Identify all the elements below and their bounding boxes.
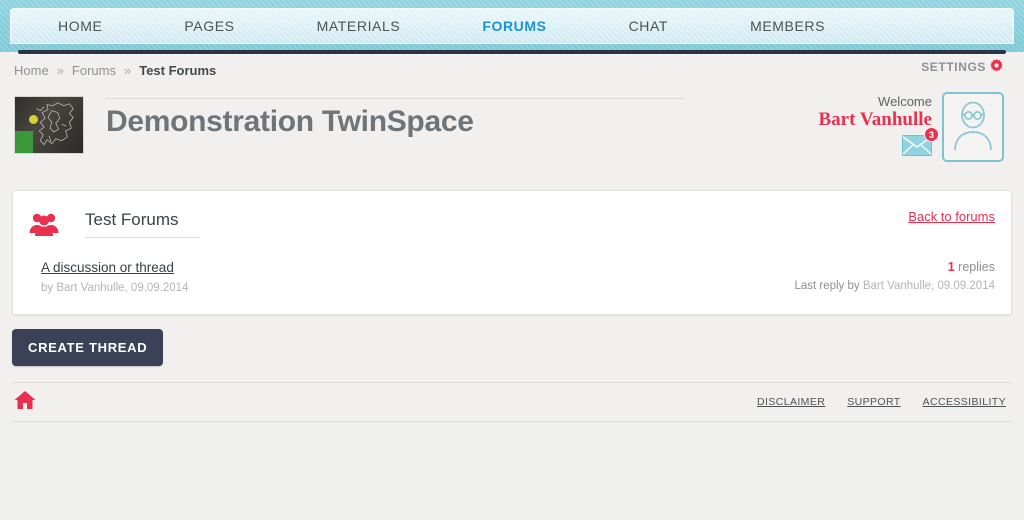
replies-number: 1 (947, 260, 955, 274)
top-navigation-bar: HOME PAGES MATERIALS FORUMS CHAT MEMBERS (0, 0, 1024, 54)
envelope-icon (902, 134, 932, 160)
thread-stats: 1 replies Last reply by Bart Vanhulle, 0… (794, 259, 995, 292)
replies-word: replies (958, 260, 995, 274)
home-icon (14, 390, 36, 414)
footer-home-link[interactable] (14, 390, 36, 415)
avatar[interactable] (942, 92, 1004, 162)
thread-meta: by Bart Vanhulle, 09.09.2014 (41, 282, 189, 294)
last-reply-info: Last reply by Bart Vanhulle, 09.09.2014 (794, 280, 995, 292)
forum-card: Test Forums Back to forums A discussion … (12, 190, 1012, 315)
user-avatar-icon (950, 98, 996, 157)
gear-icon (989, 58, 1004, 76)
replies-count: 1 replies (794, 260, 995, 274)
nav-item-home[interactable]: HOME (40, 18, 120, 34)
user-name: Bart Vanhulle (818, 109, 932, 130)
settings-link[interactable]: SETTINGS (921, 58, 1004, 76)
breadcrumb-current: Test Forums (139, 62, 217, 78)
actions-row: CREATE THREAD (12, 315, 1012, 366)
thread-info: A discussion or thread by Bart Vanhulle,… (41, 259, 188, 294)
unread-messages-badge: 3 (924, 126, 939, 142)
nav-item-forums[interactable]: FORUMS (464, 18, 564, 34)
create-thread-button[interactable]: CREATE THREAD (12, 329, 164, 366)
last-reply-author: Bart Vanhulle, 09.09.2014 (862, 280, 995, 292)
forum-title: Test Forums (85, 210, 200, 238)
page-container: Home » Forums » Test Forums SETTINGS Dem… (0, 52, 1024, 422)
nav-item-members[interactable]: MEMBERS (732, 18, 843, 34)
nav-item-chat[interactable]: CHAT (611, 18, 686, 34)
back-to-forums-link[interactable]: Back to forums (908, 209, 995, 224)
breadcrumb: Home » Forums » Test Forums SETTINGS (12, 52, 1012, 88)
last-reply-prefix: Last reply by (794, 280, 860, 292)
user-box: Welcome Bart Vanhulle 3 (818, 92, 1004, 162)
welcome-label: Welcome (878, 94, 932, 109)
footer-link-disclaimer[interactable]: DISCLAIMER (757, 396, 825, 408)
breadcrumb-separator: » (56, 62, 64, 78)
space-header: Demonstration TwinSpace Welcome Bart Van… (12, 88, 1012, 190)
breadcrumb-separator: » (123, 62, 132, 78)
page-footer: DISCLAIMER SUPPORT ACCESSIBILITY (12, 382, 1012, 422)
project-thumbnail (14, 96, 84, 154)
title-divider (106, 98, 684, 99)
group-icon (29, 211, 59, 237)
mailbox-link[interactable]: 3 (902, 126, 939, 161)
nav-pill: HOME PAGES MATERIALS FORUMS CHAT MEMBERS (10, 8, 1014, 44)
footer-link-support[interactable]: SUPPORT (847, 396, 900, 408)
user-text-block: Welcome Bart Vanhulle 3 (818, 92, 939, 161)
forum-card-header: Test Forums Back to forums (29, 203, 995, 245)
footer-links: DISCLAIMER SUPPORT ACCESSIBILITY (757, 396, 1006, 408)
nav-item-materials[interactable]: MATERIALS (299, 18, 419, 34)
breadcrumb-home[interactable]: Home (14, 63, 49, 78)
nav-item-pages[interactable]: PAGES (166, 18, 252, 34)
footer-link-accessibility[interactable]: ACCESSIBILITY (923, 396, 1006, 408)
thread-title-link[interactable]: A discussion or thread (41, 260, 174, 275)
breadcrumb-forums[interactable]: Forums (72, 63, 116, 78)
europe-map-outline-icon (36, 102, 74, 146)
settings-label: SETTINGS (921, 60, 986, 74)
table-row: A discussion or thread by Bart Vanhulle,… (29, 245, 995, 304)
